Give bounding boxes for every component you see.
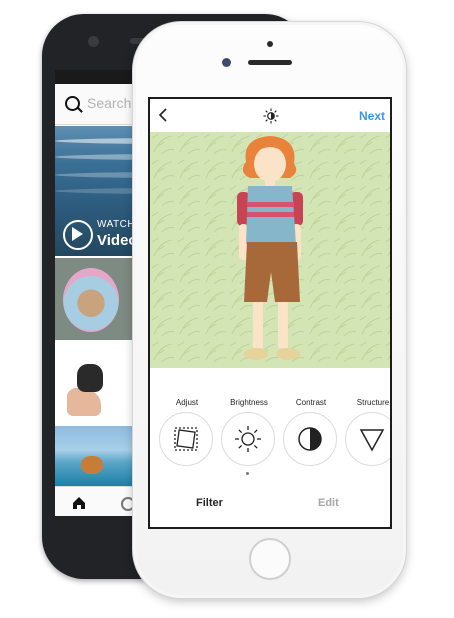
cat-photo: [63, 268, 119, 332]
photo-preview: [150, 132, 390, 368]
dog-photo: [77, 364, 103, 392]
sun-icon: [235, 426, 261, 452]
explore-tile-beach[interactable]: [55, 426, 132, 486]
lux-sun-icon[interactable]: [263, 108, 279, 124]
tool-brightness-label: Brightness: [230, 398, 268, 407]
triangle-icon: [359, 429, 385, 452]
home-icon[interactable]: [72, 496, 86, 510]
adjust-button[interactable]: [159, 412, 213, 466]
tool-contrast-label: Contrast: [295, 398, 327, 407]
search-icon: [65, 96, 80, 111]
tool-adjust-label: Adjust: [175, 398, 199, 407]
hand-photo: [67, 388, 101, 416]
front-sensor: [267, 41, 273, 47]
search-input[interactable]: Search: [87, 95, 131, 111]
home-button[interactable]: [249, 538, 291, 580]
play-triangle-icon: [72, 227, 83, 241]
explore-tile-cat[interactable]: [55, 258, 132, 340]
brightness-button[interactable]: [221, 412, 275, 466]
tool-adjust[interactable]: Adjust: [156, 368, 218, 478]
tab-filter[interactable]: Filter: [196, 497, 223, 509]
back-phone-camera: [88, 36, 99, 47]
tool-brightness[interactable]: Brightness: [218, 368, 280, 478]
burger-photo: [81, 456, 103, 474]
video-label: Video: [97, 232, 138, 249]
next-button[interactable]: Next: [359, 109, 385, 123]
explore-tile-dog[interactable]: [55, 342, 132, 424]
contrast-icon: [298, 427, 322, 451]
adjust-crop-icon: [174, 427, 198, 451]
contrast-button[interactable]: [283, 412, 337, 466]
tool-contrast[interactable]: Contrast: [280, 368, 342, 478]
chevron-left-icon[interactable]: [156, 107, 170, 123]
tool-structure[interactable]: Structure: [342, 368, 390, 478]
front-camera: [222, 58, 231, 67]
watch-label: WATCH: [97, 219, 136, 230]
editor-screen: Next Adjust Brightness Contrast Structur…: [148, 97, 392, 529]
tool-strip: Adjust Brightness Contrast Structure: [150, 368, 390, 483]
illustration-person: [150, 132, 390, 368]
tool-structure-label: Structure: [356, 398, 390, 407]
editor-tabs: Filter Edit: [150, 483, 390, 527]
editor-header: Next: [150, 99, 390, 133]
front-speaker: [248, 60, 292, 65]
tab-edit[interactable]: Edit: [318, 497, 339, 509]
structure-button[interactable]: [345, 412, 390, 466]
selected-indicator: [246, 472, 249, 475]
